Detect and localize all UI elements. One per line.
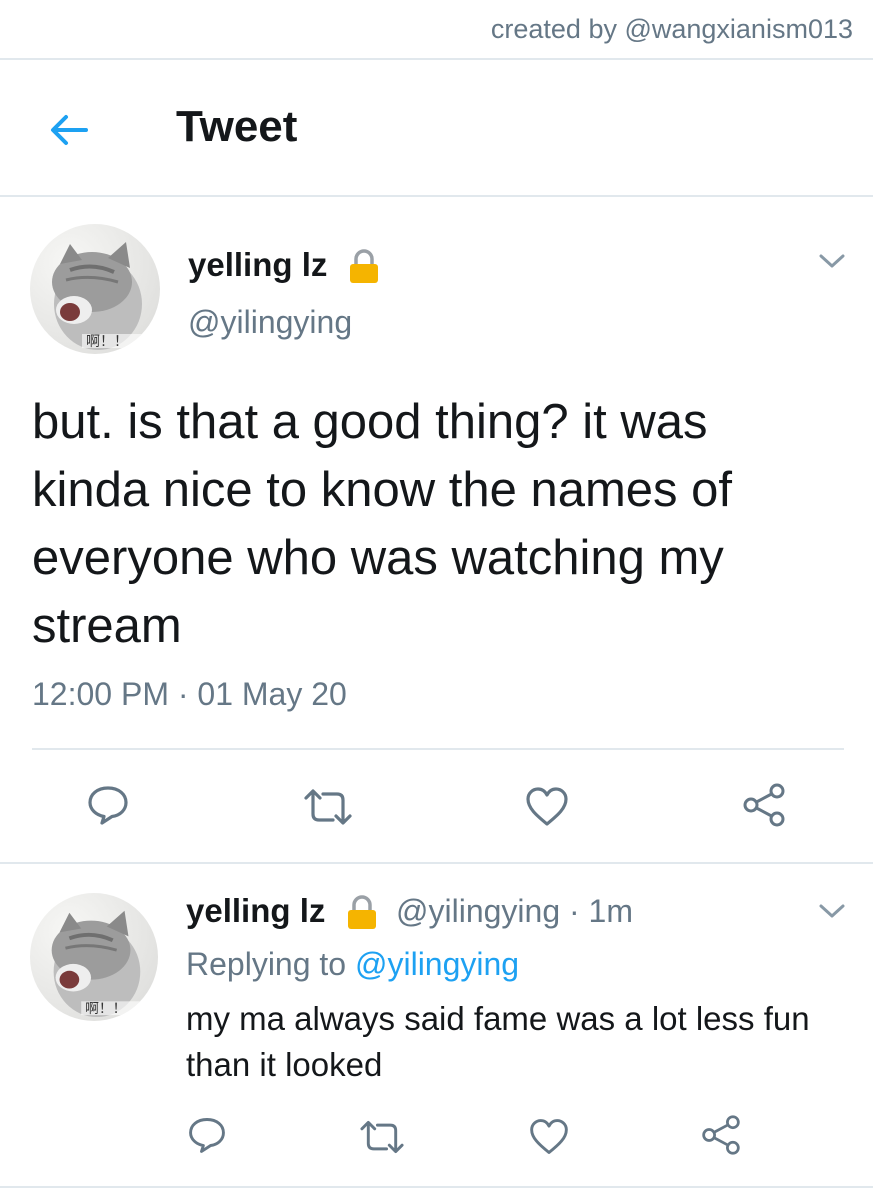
tweet-text: but. is that a good thing? it was kinda … <box>32 395 733 653</box>
divider-header <box>0 195 873 197</box>
reply-retweet-icon[interactable] <box>356 1116 408 1158</box>
reply-author-handle[interactable]: @yilingying <box>396 893 560 929</box>
reply-meta: @yilingying · 1m <box>396 893 633 930</box>
replying-to-line: Replying to @yilingying <box>186 946 519 983</box>
replying-to-link[interactable]: @yilingying <box>355 946 519 982</box>
share-icon[interactable] <box>741 782 787 828</box>
lock-icon <box>346 248 382 284</box>
divider-actions <box>32 748 844 750</box>
replying-to-label: Replying to <box>186 946 355 982</box>
reply-avatar[interactable]: 啊！！ <box>30 893 158 1021</box>
reply-like-icon[interactable] <box>528 1116 570 1158</box>
divider-bottom <box>0 1186 873 1188</box>
reply-reply-icon[interactable] <box>186 1114 228 1156</box>
author-handle[interactable]: @yilingying <box>188 304 352 341</box>
like-icon[interactable] <box>524 784 570 830</box>
reply-lock-icon <box>344 894 380 930</box>
reply-chevron-down-icon[interactable] <box>818 900 846 922</box>
divider-top <box>0 58 873 60</box>
reply-author-name[interactable]: yelling lz <box>186 892 325 930</box>
author-name[interactable]: yelling lz <box>188 246 327 284</box>
chevron-down-icon[interactable] <box>818 250 846 272</box>
page-title: Tweet <box>176 102 298 151</box>
reply-text: my ma always said fame was a lot less fu… <box>186 1000 810 1083</box>
back-arrow-icon[interactable] <box>46 106 94 154</box>
retweet-icon[interactable] <box>300 784 356 830</box>
reply-age: · 1m <box>560 893 633 929</box>
avatar-caption: 啊！！ <box>86 333 128 349</box>
divider-reply <box>0 862 873 864</box>
reply-icon[interactable] <box>85 782 131 828</box>
creator-credit: created by @wangxianism013 <box>490 14 853 44</box>
tweet-timestamp[interactable]: 12:00 PM · 01 May 20 <box>32 676 347 713</box>
reply-share-icon[interactable] <box>700 1114 742 1156</box>
avatar[interactable]: 啊！！ <box>30 224 160 354</box>
reply-avatar-caption: 啊！！ <box>85 1001 126 1016</box>
